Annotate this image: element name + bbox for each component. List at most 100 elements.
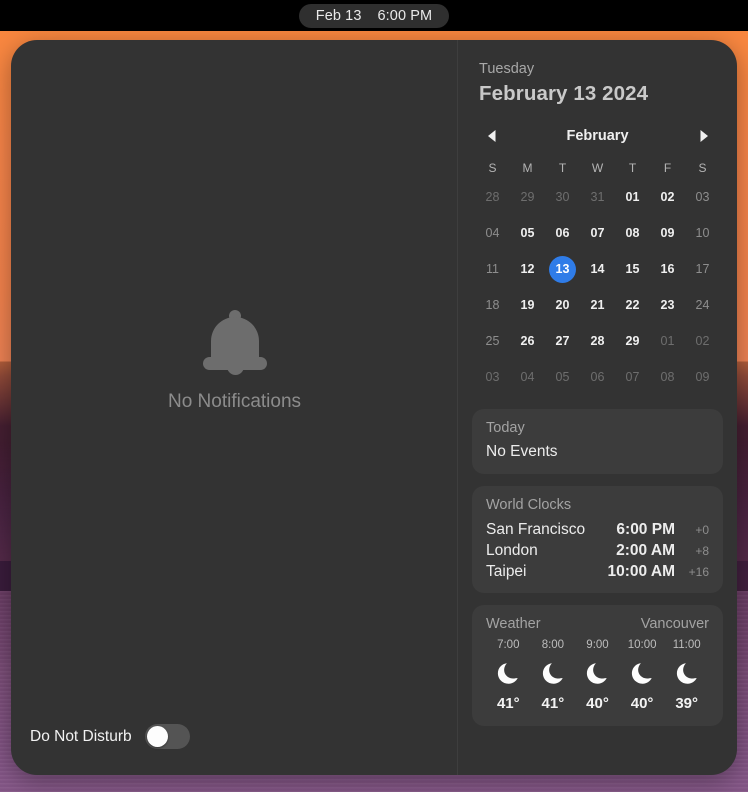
calendar-day-label: 27 [555, 334, 570, 349]
calendar-day[interactable]: 01 [615, 179, 650, 215]
chevron-left-icon[interactable] [483, 128, 499, 144]
calendar-day[interactable]: 22 [615, 287, 650, 323]
calendar-day[interactable]: 25 [475, 323, 510, 359]
weather-card[interactable]: Weather Vancouver 7:00 41° 8:00 41° 9:00 40° 1… [472, 605, 723, 727]
calendar-day[interactable]: 27 [545, 323, 580, 359]
calendar-day-label: 08 [625, 226, 640, 241]
calendar-day-label: 03 [695, 190, 710, 205]
calendar-day-label: 29 [625, 334, 640, 349]
weather-hour-label: 8:00 [541, 639, 565, 652]
today-events-card[interactable]: Today No Events [472, 409, 723, 475]
calendar-day[interactable]: 11 [475, 251, 510, 287]
calendar-day[interactable]: 08 [650, 359, 685, 395]
toggle-knob [146, 726, 168, 747]
weather-hour-label: 7:00 [497, 639, 520, 652]
world-clock-city: Taipei [486, 563, 527, 581]
calendar-day[interactable]: 18 [475, 287, 510, 323]
weather-hour-column: 7:00 41° [486, 639, 531, 712]
calendar-day-label: 24 [695, 298, 710, 313]
calendar-day[interactable]: 10 [685, 215, 720, 251]
calendar-day[interactable]: 04 [510, 359, 545, 395]
date-weekday: Tuesday [479, 61, 535, 77]
calendar-day[interactable]: 05 [510, 215, 545, 251]
weather-hourly-grid: 7:00 41° 8:00 41° 9:00 40° 10:00 40° 11:00 39° [486, 639, 709, 712]
weather-hour-column: 10:00 40° [620, 639, 665, 712]
calendar-day[interactable]: 03 [475, 359, 510, 395]
world-clock-city: San Francisco [486, 521, 586, 539]
calendar-day[interactable]: 28 [475, 179, 510, 215]
crescent-moon-icon [672, 658, 702, 688]
weather-hour-label: 9:00 [586, 639, 609, 652]
calendar-day[interactable]: 12 [510, 251, 545, 287]
world-clock-row: Taipei 10:00 AM +16 [486, 562, 709, 583]
calendar-weekday-row: SMTWTFS [475, 157, 720, 179]
calendar-day[interactable]: 31 [580, 179, 615, 215]
calendar-day[interactable]: 20 [545, 287, 580, 323]
calendar-day-label: 22 [625, 298, 640, 313]
calendar-day-label: 14 [590, 262, 605, 277]
calendar-day[interactable]: 28 [580, 323, 615, 359]
calendar-day-label: 19 [520, 298, 535, 313]
calendar-day[interactable]: 02 [685, 323, 720, 359]
world-clocks-title: World Clocks [486, 497, 572, 514]
calendar-day[interactable]: 19 [510, 287, 545, 323]
notifications-column: No Notifications Do Not Disturb [11, 40, 458, 775]
calendar-day[interactable]: 29 [510, 179, 545, 215]
calendar-day[interactable]: 14 [580, 251, 615, 287]
calendar-day-label: 10 [695, 226, 710, 241]
calendar-weekday-6: S [698, 161, 707, 176]
calendar-day[interactable]: 29 [615, 323, 650, 359]
calendar-day-label: 28 [590, 334, 605, 349]
calendar-weekday-0: S [488, 161, 497, 176]
menubar-clock-pill[interactable]: Feb 13 6:00 PM [298, 3, 450, 28]
calendar-weekday-5: F [663, 161, 672, 176]
calendar-day[interactable]: 08 [615, 215, 650, 251]
calendar-widget: February S M T W T F S 28 29 30 31 01 02 03 04 05 06 07 0… [472, 124, 723, 395]
calendar-day[interactable]: 09 [650, 215, 685, 251]
calendar-day[interactable]: 06 [545, 215, 580, 251]
calendar-day[interactable]: 04 [475, 215, 510, 251]
calendar-day-label: 25 [485, 334, 500, 349]
calendar-day-label: 07 [590, 226, 605, 241]
calendar-day-label: 02 [695, 334, 710, 349]
calendar-day[interactable]: 06 [580, 359, 615, 395]
world-clock-time: 2:00 AM [616, 542, 675, 560]
calendar-day[interactable]: 15 [615, 251, 650, 287]
desktop-screen: Feb 13 6:00 PM No Notifications Do Not D [0, 0, 748, 792]
do-not-disturb-toggle[interactable] [144, 724, 190, 749]
calendar-day[interactable]: 07 [615, 359, 650, 395]
calendar-weekday-2: T [558, 161, 567, 176]
calendar-nav: February [475, 124, 720, 148]
calendar-day[interactable]: 16 [650, 251, 685, 287]
today-card-body: No Events [486, 443, 558, 461]
calendar-day[interactable]: 30 [545, 179, 580, 215]
calendar-day[interactable]: 26 [510, 323, 545, 359]
calendar-day-label: 12 [520, 262, 535, 277]
world-clocks-card[interactable]: World Clocks San Francisco 6:00 PM +0 Londo… [472, 486, 723, 594]
do-not-disturb-label: Do Not Disturb [30, 727, 132, 745]
bell-icon [202, 309, 267, 375]
calendar-day-label: 08 [660, 370, 675, 385]
calendar-day[interactable]: 02 [650, 179, 685, 215]
calendar-day-label: 16 [660, 262, 675, 277]
crescent-moon-icon [538, 658, 568, 688]
calendar-day[interactable]: 09 [685, 359, 720, 395]
calendar-day[interactable]: 03 [685, 179, 720, 215]
calendar-day[interactable]: 01 [650, 323, 685, 359]
calendar-day[interactable]: 24 [685, 287, 720, 323]
today-card-title: Today [486, 420, 525, 437]
calendar-day-selected[interactable]: 13 [545, 251, 580, 287]
calendar-day-label: 31 [590, 190, 605, 205]
world-clock-city: London [486, 542, 538, 560]
notification-center-panel: No Notifications Do Not Disturb Tuesday … [11, 40, 737, 775]
weather-hour-label: 11:00 [672, 639, 701, 652]
calendar-day[interactable]: 07 [580, 215, 615, 251]
calendar-day[interactable]: 17 [685, 251, 720, 287]
calendar-day[interactable]: 05 [545, 359, 580, 395]
chevron-right-icon[interactable] [696, 128, 712, 144]
menubar-time: 6:00 PM [377, 7, 433, 24]
calendar-day[interactable]: 21 [580, 287, 615, 323]
calendar-day[interactable]: 23 [650, 287, 685, 323]
calendar-month-label: February [566, 128, 629, 145]
calendar-day-label: 17 [695, 262, 710, 277]
